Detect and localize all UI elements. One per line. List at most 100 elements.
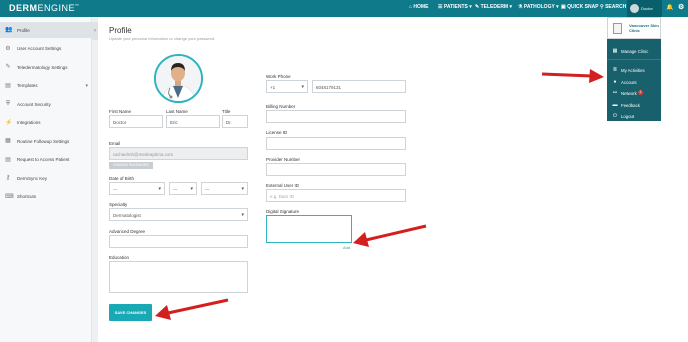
advanced-degree-label: Advanced Degree	[109, 229, 146, 234]
digital-signature-pad[interactable]	[266, 215, 352, 243]
sidebar-item-label: Account Security	[17, 101, 51, 107]
nav-pathology[interactable]: ⚗ PATHOLOGY ▾	[518, 4, 559, 10]
work-phone-input[interactable]: 6048179131	[312, 80, 406, 93]
nav-teledermatology[interactable]: ✎ TELEDERM ▾	[475, 4, 512, 10]
arrow-annotation-signature	[353, 224, 427, 247]
top-navbar: DERMENGINE™ ⌂ HOME ☰ PATIENTS ▾ ✎ TELEDE…	[0, 0, 688, 17]
dropdown-item-logout[interactable]: ⏻ Logout	[607, 110, 661, 122]
billing-number-input[interactable]	[266, 110, 406, 123]
profile-photo[interactable]	[154, 54, 203, 103]
title-input[interactable]: Dr.	[222, 115, 248, 128]
first-name-input[interactable]: Doctor	[109, 115, 163, 128]
license-id-label: License ID	[266, 130, 288, 135]
dropdown-item-label: Manage Clinic	[621, 49, 649, 54]
email-label: Email	[109, 141, 121, 146]
power-icon: ⏻	[613, 112, 617, 119]
user-name: Doctor	[641, 6, 653, 11]
dropdown-item-network[interactable]: ⚯ Network 1	[607, 87, 661, 99]
external-user-id-input[interactable]: e.g. Dam ID	[266, 189, 406, 202]
license-id-input[interactable]	[266, 137, 406, 150]
avatar	[630, 4, 639, 13]
first-name-label: First Name	[109, 109, 132, 114]
dropdown-item-label: Feedback	[621, 103, 640, 108]
sidebar-item-routine-followup-settings[interactable]: ▦ Routine Followup Settings	[0, 133, 92, 149]
network-icon: ⚯	[612, 89, 618, 96]
dropdown-item-my-activities[interactable]: ≣ My Activities	[607, 64, 661, 76]
building-icon: ▦	[612, 47, 618, 54]
sidebar-item-profile[interactable]: 👥 Profile	[0, 22, 92, 38]
provider-number-label: Provider Number	[266, 157, 301, 162]
email-input: rachaelmh@medeaptima.com	[109, 147, 248, 160]
billing-number-label: Billing Number	[266, 104, 296, 109]
list-icon: ≣	[612, 66, 618, 73]
dob-year-select[interactable]: --- ▾	[201, 182, 248, 195]
chevron-down-icon: ▾	[158, 186, 161, 192]
dob-day-select[interactable]: --- ▾	[109, 182, 165, 195]
arrow-annotation-save	[155, 298, 229, 320]
chevron-down-icon: ▾	[241, 186, 244, 192]
sidebar-item-label: DermSync Key	[17, 175, 48, 181]
sidebar-item-label: Shortcuts	[17, 194, 37, 199]
dob-label: Date of Birth	[109, 176, 135, 181]
specialty-label: Specialty	[109, 202, 128, 207]
sidebar-item-label: Request to Access Patient	[17, 157, 70, 162]
chevron-down-icon: ▾	[241, 212, 244, 218]
sidebar-item-teledermatology-settings[interactable]: ✎ Teledermatology Settings	[0, 59, 92, 75]
sidebar-item-label: Templates	[17, 83, 38, 88]
education-label: Education	[109, 255, 130, 260]
sidebar-item-dermsync-key[interactable]: ⚷ DermSync Key	[0, 170, 92, 186]
dropdown-item-label: Network	[621, 91, 637, 96]
sidebar-item-request-to-access-patient[interactable]: ▤ Request to Access Patient	[0, 152, 92, 168]
app-logo[interactable]: DERMENGINE™	[9, 3, 80, 13]
nav-home[interactable]: ⌂ HOME	[409, 4, 428, 10]
clinic-header: Vancouver Skin Clinic	[607, 17, 661, 39]
menu-divider	[607, 59, 661, 60]
nav-patients[interactable]: ☰ PATIENTS ▾	[438, 4, 472, 10]
sidebar-item-integrations[interactable]: ⚡ Integrations	[0, 115, 92, 131]
external-user-id-label: External User ID	[266, 183, 300, 188]
sidebar-item-user-account-settings[interactable]: ⚙ User Account Settings	[0, 41, 92, 57]
sidebar-item-label: User Account Settings	[17, 46, 62, 51]
sidebar-item-templates[interactable]: ▤ Templates ▾	[0, 78, 92, 94]
shield-icon: ⛨	[5, 101, 11, 107]
gear-icon: ⚙	[5, 45, 11, 52]
nav-quick-snap[interactable]: ▣ QUICK SNAP	[561, 4, 599, 10]
document-icon: ▤	[5, 156, 11, 163]
provider-number-input[interactable]	[266, 163, 406, 176]
nav-search[interactable]: ⚲ SEARCH	[600, 4, 626, 10]
education-textarea[interactable]	[109, 261, 248, 293]
clinic-logo	[613, 23, 622, 34]
dropdown-item-label: My Activities	[621, 68, 645, 73]
plug-icon: ⚡	[5, 119, 13, 126]
sidebar-item-label: Routine Followup Settings	[17, 138, 70, 144]
specialty-select[interactable]: Dermatologist ▾	[109, 208, 248, 221]
dob-month-select[interactable]: --- ▾	[169, 182, 197, 195]
change-password-button[interactable]: CHANGE PASSWORD	[109, 162, 153, 169]
sidebar-item-shortcuts[interactable]: ⌨ Shortcuts	[0, 189, 92, 205]
user-icon: ●	[613, 78, 617, 85]
chevron-down-icon: ▾	[85, 82, 88, 89]
sidebar-item-account-security[interactable]: ⛨ Account Security	[0, 96, 92, 112]
notification-badge: 1	[638, 90, 643, 95]
bell-icon[interactable]: 🔔	[666, 4, 673, 11]
dropdown-item-label: Logout	[621, 114, 635, 119]
work-phone-label: Work Phone	[266, 74, 291, 79]
save-changes-button[interactable]: SAVE CHANGES	[109, 304, 152, 321]
page-title: Profile	[109, 26, 132, 35]
gear-icon[interactable]: ⚙	[678, 3, 684, 11]
chevron-down-icon: ▾	[190, 186, 193, 192]
pencil-icon: ✎	[5, 64, 11, 70]
digital-signature-label: Digital Signature	[266, 209, 300, 214]
comment-icon: ▬	[612, 101, 618, 108]
arrow-annotation-account	[541, 69, 604, 83]
last-name-input[interactable]: Eric	[166, 115, 220, 128]
keyboard-icon: ⌨	[5, 193, 14, 200]
clinic-name: Vancouver Skin Clinic	[629, 23, 659, 33]
title-label: Title	[222, 109, 231, 114]
user-menu-toggle[interactable]: Doctor	[627, 0, 662, 17]
advanced-degree-input[interactable]	[109, 235, 248, 248]
phone-country-select[interactable]: +1 ▾	[266, 80, 308, 93]
sidebar-item-label: Teledermatology Settings	[17, 64, 68, 70]
dropdown-item-manage-clinic[interactable]: ▦ Manage Clinic	[607, 45, 661, 57]
chevron-down-icon: ▾	[301, 84, 304, 90]
